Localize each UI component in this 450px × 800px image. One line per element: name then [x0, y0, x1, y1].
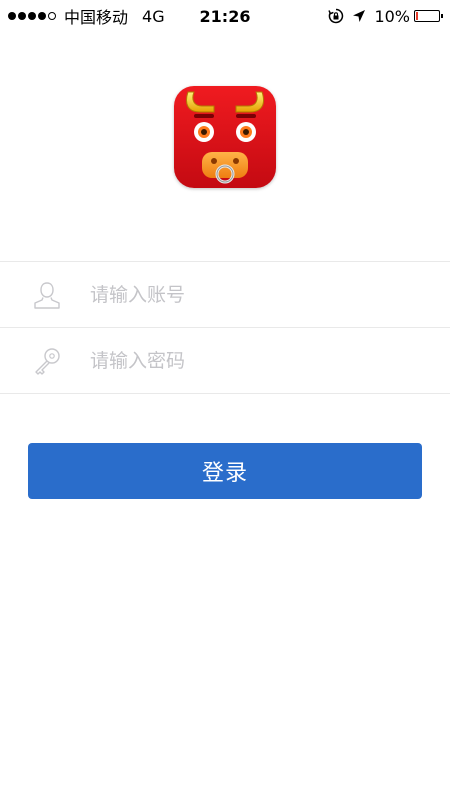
login-form [0, 261, 450, 394]
status-bar-right: 10% [320, 0, 443, 32]
battery-level-fill [416, 12, 418, 20]
password-field-row [0, 327, 450, 394]
network-type: 4G [142, 6, 165, 26]
carrier-name: 中国移动 [64, 8, 129, 27]
orientation-lock-icon [328, 8, 344, 24]
signal-strength-icon [8, 12, 58, 20]
account-input[interactable] [88, 262, 430, 327]
status-bar: 中国移动 4G 21:26 10% [0, 0, 450, 32]
app-logo [174, 86, 276, 188]
battery-icon [414, 10, 443, 22]
bull-face-app-icon [174, 86, 276, 188]
login-button[interactable]: 登录 [28, 443, 422, 499]
key-icon [31, 345, 63, 377]
login-screen: 中国移动 4G 21:26 10% 请输入账号 登录 [0, 0, 450, 800]
user-icon [31, 279, 63, 311]
location-arrow-icon [352, 9, 366, 23]
password-input[interactable] [88, 328, 430, 393]
status-bar-left: 中国移动 4G [8, 0, 165, 32]
account-field-row [0, 261, 450, 327]
battery-percent: 10% [374, 6, 410, 26]
